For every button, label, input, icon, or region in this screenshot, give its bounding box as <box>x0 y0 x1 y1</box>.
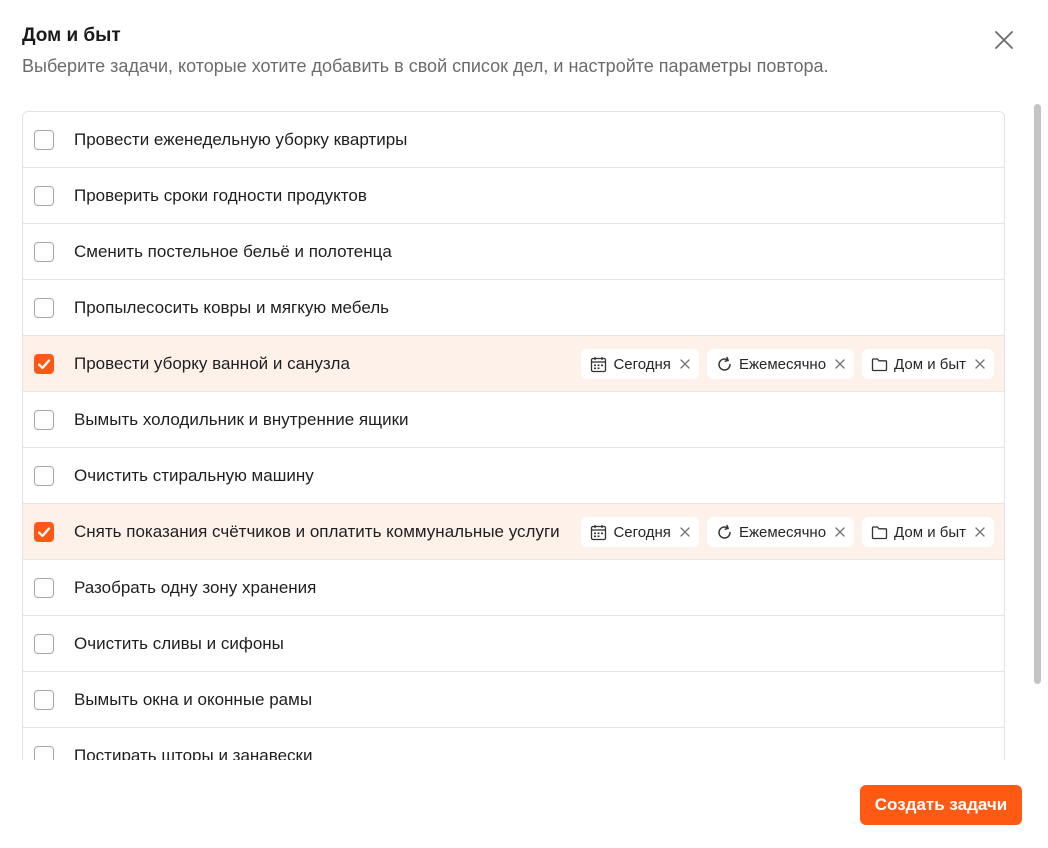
repeat-icon <box>716 524 733 541</box>
task-options: Сегодня Ежемесячно Дом и быт <box>581 349 994 379</box>
task-label: Снять показания счётчиков и оплатить ком… <box>74 522 560 541</box>
task-label: Пропылесосить ковры и мягкую мебель <box>74 298 390 317</box>
repeat-icon <box>716 356 733 373</box>
task-label: Проверить сроки годности продуктов <box>74 186 367 205</box>
task-checkbox[interactable] <box>34 410 54 430</box>
remove-x-icon[interactable] <box>974 358 986 370</box>
checkmark-icon <box>37 527 51 538</box>
task-label: Провести еженедельную уборку квартиры <box>74 130 408 149</box>
date-chip[interactable]: Сегодня <box>581 517 699 547</box>
dialog-title: Дом и быт <box>22 25 121 46</box>
remove-x-icon[interactable] <box>974 526 986 538</box>
task-row[interactable]: Вымыть окна и оконные рамы <box>23 672 1004 728</box>
folder-icon <box>871 356 888 373</box>
task-checkbox[interactable] <box>34 466 54 486</box>
category-chip-label: Дом и быт <box>894 355 966 373</box>
task-row[interactable]: Вымыть холодильник и внутренние ящики <box>23 392 1004 448</box>
task-row[interactable]: Проверить сроки годности продуктов <box>23 168 1004 224</box>
repeat-chip-label: Ежемесячно <box>738 355 827 373</box>
calendar-icon <box>590 356 607 373</box>
category-chip[interactable]: Дом и быт <box>862 517 994 547</box>
task-label: Провести уборку ванной и санузла <box>74 354 350 373</box>
remove-x-icon[interactable] <box>834 358 846 370</box>
task-checkbox[interactable] <box>34 130 54 150</box>
remove-x-icon[interactable] <box>679 358 691 370</box>
category-chip-label: Дом и быт <box>894 523 966 541</box>
task-label: Вымыть окна и оконные рамы <box>74 690 313 709</box>
task-checkbox[interactable] <box>34 242 54 262</box>
scrollbar[interactable] <box>1034 104 1041 684</box>
create-tasks-button[interactable]: Создать задачи <box>860 785 1022 825</box>
task-row[interactable]: Провести еженедельную уборку квартиры <box>23 112 1004 168</box>
repeat-chip-label: Ежемесячно <box>738 523 827 541</box>
folder-icon <box>871 524 888 541</box>
task-options: Сегодня Ежемесячно Дом и быт <box>581 517 994 547</box>
date-chip-label: Сегодня <box>613 523 671 541</box>
remove-x-icon[interactable] <box>834 526 846 538</box>
date-chip-label: Сегодня <box>613 355 671 373</box>
task-label: Вымыть холодильник и внутренние ящики <box>74 410 409 429</box>
category-chip[interactable]: Дом и быт <box>862 349 994 379</box>
task-label: Постирать шторы и занавески <box>74 746 313 760</box>
task-checkbox[interactable] <box>34 522 54 542</box>
task-row[interactable]: Очистить стиральную машину <box>23 448 1004 504</box>
dialog-header: Дом и быт Выберите задачи, которые хотит… <box>22 24 968 78</box>
task-row[interactable]: Снять показания счётчиков и оплатить ком… <box>23 504 1004 560</box>
task-checkbox[interactable] <box>34 186 54 206</box>
date-chip[interactable]: Сегодня <box>581 349 699 379</box>
dialog-subtitle: Выберите задачи, которые хотите добавить… <box>22 56 829 76</box>
task-checkbox[interactable] <box>34 578 54 598</box>
task-checkbox[interactable] <box>34 298 54 318</box>
task-row[interactable]: Очистить сливы и сифоны <box>23 616 1004 672</box>
repeat-chip[interactable]: Ежемесячно <box>706 517 855 547</box>
task-checkbox[interactable] <box>34 690 54 710</box>
add-tasks-dialog: Дом и быт Выберите задачи, которые хотит… <box>0 0 1048 848</box>
task-row[interactable]: Постирать шторы и занавески <box>23 728 1004 760</box>
task-label: Сменить постельное бельё и полотенца <box>74 242 392 261</box>
task-label: Очистить сливы и сифоны <box>74 634 284 653</box>
task-checkbox[interactable] <box>34 746 54 760</box>
remove-x-icon[interactable] <box>679 526 691 538</box>
close-button[interactable] <box>990 26 1018 54</box>
task-label: Очистить стиральную машину <box>74 466 314 485</box>
task-list-container: Провести еженедельную уборку квартиры Пр… <box>22 111 1005 760</box>
task-list: Провести еженедельную уборку квартиры Пр… <box>22 111 1005 760</box>
task-row[interactable]: Разобрать одну зону хранения <box>23 560 1004 616</box>
task-row[interactable]: Сменить постельное бельё и полотенца <box>23 224 1004 280</box>
task-checkbox[interactable] <box>34 634 54 654</box>
task-checkbox[interactable] <box>34 354 54 374</box>
calendar-icon <box>590 524 607 541</box>
task-label: Разобрать одну зону хранения <box>74 578 317 597</box>
checkmark-icon <box>37 359 51 370</box>
task-row[interactable]: Пропылесосить ковры и мягкую мебель <box>23 280 1004 336</box>
repeat-chip[interactable]: Ежемесячно <box>706 349 855 379</box>
task-row[interactable]: Провести уборку ванной и санузла Сегодня <box>23 336 1004 392</box>
close-icon <box>995 31 1013 49</box>
